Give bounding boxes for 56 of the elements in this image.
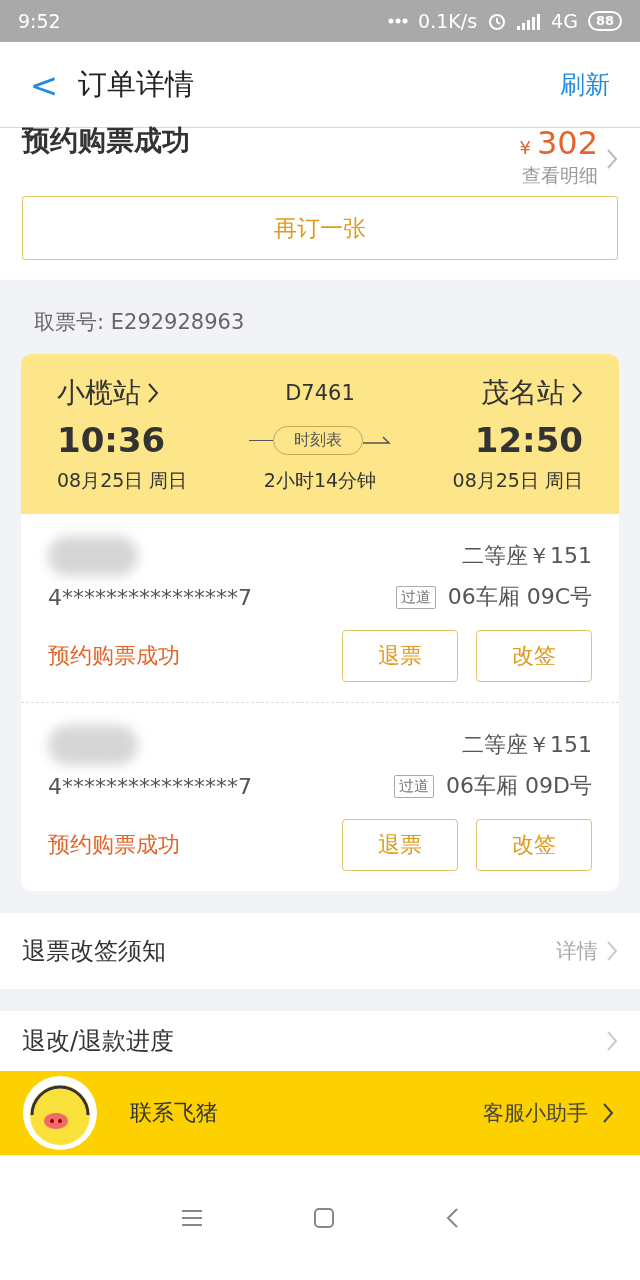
chevron-icon (606, 147, 618, 170)
trip-duration: 2小时14分钟 (263, 468, 377, 493)
chevron-icon (606, 1030, 618, 1052)
menu-row-label: 退票改签须知 (22, 936, 166, 967)
id-number: 4****************7 (48, 773, 252, 799)
network-speed: 0.1K/s (418, 10, 478, 32)
id-number: 4****************7 (48, 584, 252, 610)
customer-service-link[interactable]: 客服小助手 (483, 1099, 614, 1127)
pig-mascot-icon (22, 1075, 98, 1151)
ticket-status: 预约购票成功 (48, 831, 180, 859)
chevron-icon (606, 940, 618, 962)
chevron-icon (147, 382, 159, 404)
clock: 9:52 (18, 10, 61, 32)
dots-icon (388, 18, 409, 24)
seat-class-price: 二等座￥151 (462, 731, 592, 759)
train-number: D7461 (285, 381, 355, 405)
rebook-button[interactable]: 再订一张 (22, 196, 618, 260)
menu-row-label: 退改/退款进度 (22, 1026, 175, 1057)
ticket-action-button[interactable]: 退票 (342, 819, 458, 871)
departure-station[interactable]: 小榄站 (57, 374, 159, 412)
arrival-date: 08月25日 周日 (452, 468, 583, 493)
menu-row[interactable]: 退票改签须知 详情 (0, 913, 640, 989)
contact-banner[interactable]: 联系飞猪 客服小助手 (0, 1071, 640, 1155)
menu-row[interactable]: 退改/退款进度 (0, 1011, 640, 1071)
ticket-action-button[interactable]: 改签 (476, 819, 592, 871)
menu-icon[interactable] (181, 1208, 203, 1227)
seat-class-price: 二等座￥151 (462, 542, 592, 570)
ticket-action-button[interactable]: 退票 (342, 630, 458, 682)
back-button[interactable]: < (24, 64, 64, 105)
chevron-icon (571, 382, 583, 404)
order-status: 预约购票成功 (22, 123, 190, 159)
contact-label: 联系飞猪 (130, 1099, 219, 1127)
departure-date: 08月25日 周日 (57, 468, 188, 493)
page-title: 订单详情 (78, 65, 195, 103)
departure-time: 10:36 (57, 420, 166, 460)
chevron-icon (602, 1102, 614, 1124)
seat-tag: 过道 (395, 585, 436, 609)
seat-number: 06车厢 09D号 (446, 772, 592, 800)
menu-row-detail: 详情 (556, 938, 598, 965)
pickup-code: 取票号: E292928963 (33, 309, 246, 336)
signal-icon (517, 12, 542, 30)
ticket-status: 预约购票成功 (48, 642, 180, 670)
back-icon[interactable] (445, 1206, 459, 1229)
seat-number: 06车厢 09C号 (447, 583, 592, 611)
network-type: 4G (551, 10, 578, 32)
arrival-station[interactable]: 茂名站 (481, 374, 583, 412)
seat-tag: 过道 (394, 774, 435, 798)
home-icon[interactable] (313, 1206, 335, 1229)
battery-level: 88 (587, 11, 622, 31)
ticket-action-button[interactable]: 改签 (476, 630, 592, 682)
arrival-time: 12:50 (474, 420, 583, 460)
timetable-button[interactable]: 时刻表 (273, 425, 363, 455)
price-detail-link[interactable]: 查看明细 (522, 163, 598, 189)
refresh-button[interactable]: 刷新 (560, 68, 610, 101)
alarm-clock-icon (487, 11, 508, 31)
total-price: ¥ 302 (519, 128, 598, 163)
